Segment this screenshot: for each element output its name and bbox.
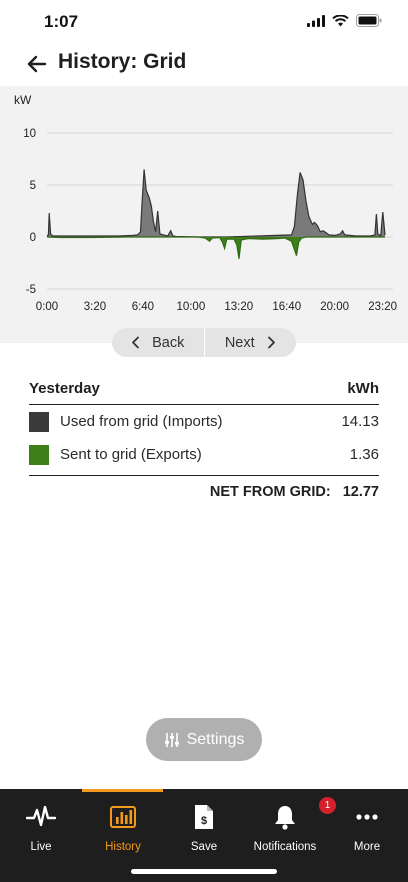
exports-swatch — [29, 444, 49, 465]
tab-notifications[interactable]: 1 Notifications — [244, 797, 336, 853]
series-area-1 — [47, 237, 385, 259]
settings-button[interactable]: Settings — [146, 718, 262, 761]
net-value: 12.77 — [342, 484, 379, 500]
wifi-icon — [332, 14, 349, 26]
summary-header: Yesterday kWh — [29, 380, 379, 405]
y-tick-label: 10 — [23, 128, 36, 140]
chevron-right-icon — [267, 336, 275, 349]
y-tick-label: 0 — [30, 232, 36, 244]
imports-swatch — [29, 411, 49, 432]
series-area-0 — [47, 169, 385, 237]
net-row: NET FROM GRID: 12.77 — [29, 475, 379, 500]
sliders-icon — [164, 732, 179, 747]
status-icons — [307, 14, 382, 27]
settings-label: Settings — [186, 730, 245, 748]
series-line-0 — [46, 169, 386, 238]
y-axis-label: kW — [14, 93, 32, 107]
chevron-left-icon — [132, 336, 140, 349]
active-tab-indicator — [82, 789, 163, 792]
battery-icon — [356, 14, 382, 27]
x-tick-label: 20:00 — [320, 301, 349, 313]
x-tick-label: 16:40 — [272, 301, 301, 313]
net-label: NET FROM GRID: — [209, 484, 331, 500]
header: History: Grid — [0, 44, 408, 90]
svg-text:$: $ — [201, 815, 207, 827]
home-indicator — [131, 869, 277, 874]
imports-row: Used from grid (Imports) 14.13 — [29, 405, 379, 438]
more-dots-icon — [356, 814, 378, 820]
back-button-label: Back — [152, 334, 185, 351]
next-button-label: Next — [224, 334, 255, 351]
chart-canvas: kW 10 5 0 -50:00 3:20 6:40 10:00 13:20 16:40 20:00… — [14, 93, 397, 313]
summary-unit: kWh — [347, 380, 379, 397]
x-tick-label: 10:00 — [176, 301, 205, 313]
x-tick-label: 23:20 — [368, 301, 397, 313]
back-button[interactable]: Back — [112, 328, 204, 357]
next-button[interactable]: Next — [205, 328, 297, 357]
signal-icon — [307, 14, 325, 27]
tab-live-label: Live — [30, 841, 52, 853]
bar-chart-icon — [110, 806, 136, 828]
tab-save[interactable]: $ Save — [163, 803, 245, 853]
grid-history-chart: kW 10 5 0 -5 0:00 3:20 6:40 10:00 13:20 16:40 20:00… — [0, 86, 408, 343]
imports-label: Used from grid (Imports) — [60, 413, 223, 430]
pulse-icon — [26, 805, 56, 827]
summary-period: Yesterday — [29, 380, 100, 397]
y-tick-label: 5 — [30, 180, 36, 192]
back-arrow-icon[interactable] — [24, 52, 50, 76]
tab-history-label: History — [105, 841, 141, 853]
dollar-document-icon: $ — [195, 805, 213, 829]
summary-table: Yesterday kWh Used from grid (Imports) 1… — [29, 380, 379, 500]
tab-bar: Live History $ Save 1 Notifications More — [0, 789, 408, 882]
tab-history[interactable]: History — [82, 803, 164, 853]
y-tick-label: -5 — [26, 284, 36, 296]
tab-more[interactable]: More — [326, 803, 408, 853]
series-line-1 — [46, 236, 385, 259]
period-nav: Back Next — [112, 328, 296, 357]
exports-label: Sent to grid (Exports) — [60, 446, 202, 463]
tab-save-label: Save — [190, 841, 218, 853]
status-time: 1:07 — [44, 12, 79, 31]
x-tick-label: 13:20 — [224, 301, 253, 313]
bell-icon — [275, 806, 295, 830]
tab-live[interactable]: Live — [0, 803, 82, 853]
status-bar: 1:07 — [0, 0, 408, 44]
x-tick-label: 6:40 — [132, 301, 154, 313]
exports-value: 1.36 — [349, 446, 379, 463]
x-tick-label: 0:00 — [36, 301, 58, 313]
x-tick-label: 3:20 — [84, 301, 106, 313]
page-title: History: Grid — [58, 50, 187, 73]
tab-more-label: More — [353, 841, 381, 853]
exports-row: Sent to grid (Exports) 1.36 — [29, 438, 379, 471]
tab-notifications-label: Notifications — [253, 841, 317, 853]
imports-value: 14.13 — [341, 413, 379, 430]
